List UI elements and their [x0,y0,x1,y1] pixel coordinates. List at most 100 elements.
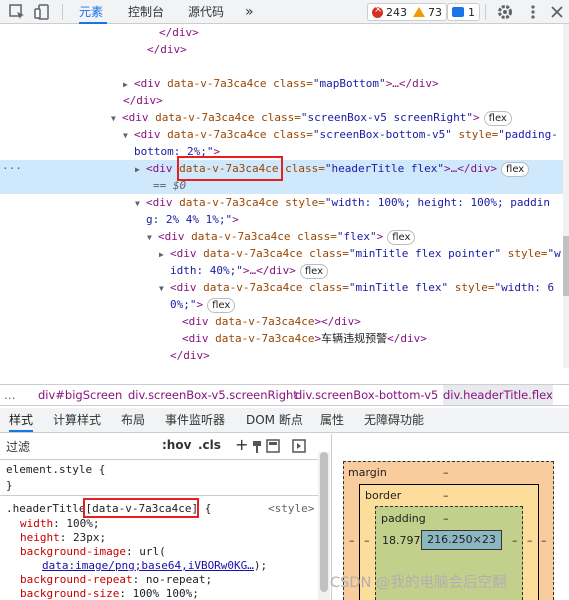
css-background-image-url[interactable]: data:image/png;base64,iVBORw0KG…); [42,559,267,573]
tree-line[interactable]: </div> [0,347,563,364]
error-icon [372,4,383,18]
sidebar-toggle-icon[interactable] [292,439,306,453]
device-toolbar-icon[interactable] [34,3,52,21]
tree-line-mapbottom[interactable]: ▶ <div data-v-7a3ca4ce class="mapBottom">… [0,75,563,92]
message-count[interactable]: 1 [447,3,480,21]
more-tabs-button[interactable]: » [245,0,254,24]
ellipsis-menu-icon[interactable]: ··· [2,160,22,177]
tree-line[interactable]: </div> [0,41,563,58]
border-left-value[interactable]: – [364,534,370,547]
tab-accessibility[interactable]: 无障碍功能 [364,408,424,432]
tree-line-content[interactable]: ▼ <div data-v-7a3ca4ce style="width: 100%… [0,194,563,211]
flex-badge[interactable]: flex [207,298,236,313]
flex-badge[interactable]: flex [299,264,329,279]
content-box[interactable]: 216.250×23 [421,530,502,550]
devtools-toolbar: 元素 控制台 源代码 » 243 73 1 [0,0,569,24]
padding-right-value[interactable]: – [512,534,518,547]
highlight-box [177,156,283,181]
gear-icon[interactable] [496,3,514,21]
tab-console[interactable]: 控制台 [128,0,164,24]
expand-arrow-icon[interactable]: ▶ [123,76,134,93]
tab-computed[interactable]: 计算样式 [53,408,101,432]
tree-line-mintitle[interactable]: ▼ <div data-v-7a3ca4ce class="minTitle fl… [0,279,563,296]
elements-tree: </div> </div> ▶ <div data-v-7a3ca4ce clas… [0,24,563,368]
tree-line-flex[interactable]: ▼ <div data-v-7a3ca4ce class="flex"> flex [0,228,563,245]
padding-left-value[interactable]: 18.797 [382,534,421,547]
tab-layout[interactable]: 布局 [121,408,145,432]
close-icon[interactable] [548,3,566,21]
tree-line-screenbox-bottom[interactable]: ▼ <div data-v-7a3ca4ce class="screenBox-b… [0,126,563,143]
margin-left-value[interactable]: – [349,534,355,547]
margin-top-value[interactable]: – [443,466,449,479]
tree-scrollbar[interactable] [563,24,569,368]
more-options-icon[interactable] [524,3,542,21]
class-toggle-button[interactable]: .cls [198,438,221,452]
styles-pane: element.style { } .headerTitle[data-v-7a… [0,461,330,600]
tab-styles[interactable]: 样式 [9,408,34,432]
paint-icon[interactable] [252,440,262,454]
collapse-arrow-icon[interactable]: ▼ [111,110,122,127]
tree-line-wrap[interactable]: g: 2% 4% 1%;"> [0,211,563,228]
element-style-selector[interactable]: element.style { [6,463,105,477]
toolbar-separator [485,4,486,20]
expand-arrow-icon[interactable]: ▶ [135,161,146,178]
tree-line-mintitle-pointer[interactable]: ▶ <div data-v-7a3ca4ce class="minTitle fl… [0,245,563,262]
flex-badge[interactable]: flex [483,111,512,126]
styles-filter-bar: 过滤 :hov .cls + [0,434,330,460]
filter-input[interactable]: 过滤 [6,438,30,455]
css-declaration-width[interactable]: width: 100%; [20,517,100,531]
breadcrumb: … div#bigScreen div.screenBox-v5.screenR… [0,384,569,406]
tree-scroll-thumb[interactable] [563,236,569,296]
border-label: border [365,489,402,502]
css-declaration-height[interactable]: height: 23px; [20,531,106,545]
rule-divider [0,495,318,496]
tree-line[interactable]: </div> [0,24,563,41]
collapse-arrow-icon[interactable]: ▼ [123,127,134,144]
tab-dom-breakpoints[interactable]: DOM 断点 [246,408,303,432]
tree-line[interactable]: </div> [0,92,563,109]
tab-elements[interactable]: 元素 [79,0,107,24]
breadcrumb-item-selected[interactable]: div.headerTitle.flex [443,385,553,405]
border-right-value[interactable]: – [527,534,533,547]
expand-arrow-icon[interactable]: ▶ [159,246,170,263]
flex-badge[interactable]: flex [387,230,416,245]
collapse-arrow-icon[interactable]: ▼ [159,280,170,297]
new-style-rule-button[interactable]: + [235,435,248,454]
css-declaration-background-size[interactable]: background-size: 100% 100%; [20,587,199,600]
warning-count: 73 [428,5,442,19]
tab-properties[interactable]: 属性 [320,408,344,432]
margin-right-value[interactable]: – [541,534,547,547]
tab-sources[interactable]: 源代码 [188,0,224,24]
collapse-arrow-icon[interactable]: ▼ [147,229,158,246]
tab-event-listeners[interactable]: 事件监听器 [165,408,225,432]
highlight-box [83,498,199,518]
breadcrumb-item[interactable]: div.screenBox-v5.screenRight [128,385,298,405]
css-declaration-background-repeat[interactable]: background-repeat: no-repeat; [20,573,212,587]
tree-line[interactable]: <div data-v-7a3ca4ce></div> [0,313,563,330]
tree-line-wrap[interactable]: 0%;"> flex [0,296,563,313]
css-declaration-background-image[interactable]: background-image: url( [20,545,166,559]
warning-icon [413,7,425,17]
border-top-value[interactable]: – [443,489,449,502]
padding-top-value[interactable]: – [443,512,449,525]
styles-scroll-thumb[interactable] [320,452,328,592]
message-count-value: 1 [468,5,475,19]
breadcrumb-item[interactable]: div#bigScreen [38,385,122,405]
computed-styles-toggle-icon[interactable] [266,439,280,453]
tree-line-wrap[interactable]: idth: 40%;">…</div> flex [0,262,563,279]
styles-panel-tabs: 样式 计算样式 布局 事件监听器 DOM 断点 属性 无障碍功能 [0,408,569,433]
rule-close-brace: } [6,479,13,492]
tree-line-screenbox[interactable]: ▼ <div data-v-7a3ca4ce class="screenBox-v… [0,109,563,126]
inspect-element-icon[interactable] [8,3,26,21]
hover-state-button[interactable]: :hov [162,438,191,452]
error-count: 243 [386,5,407,19]
margin-label: margin [348,466,387,479]
tree-line-text[interactable]: <div data-v-7a3ca4ce>车辆违规预警</div> [0,330,563,347]
collapse-arrow-icon[interactable]: ▼ [135,195,146,212]
breadcrumb-overflow-icon[interactable]: … [4,385,16,405]
issue-counts[interactable]: 243 73 [367,3,447,21]
flex-badge[interactable]: flex [501,162,530,177]
breadcrumb-item[interactable]: div.screenBox-bottom-v5 [295,385,438,405]
stylesheet-source-link[interactable]: <style> [268,502,314,516]
message-icon [452,7,464,17]
